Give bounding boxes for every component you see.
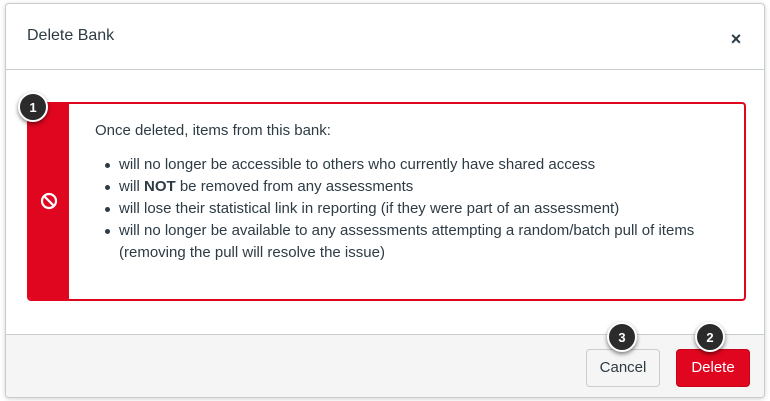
list-item: will no longer be accessible to others w…	[105, 154, 724, 176]
close-icon[interactable]: ×	[726, 29, 746, 49]
alert-intro: Once deleted, items from this bank:	[95, 122, 331, 139]
dialog-title: Delete Bank	[27, 27, 115, 44]
cancel-button[interactable]: Cancel	[586, 349, 660, 387]
list-item-text: will	[119, 178, 144, 195]
list-item: will lose their statistical link in repo…	[105, 198, 724, 220]
list-item: will NOT be removed from any assessments	[105, 176, 724, 198]
list-item-text: be removed from any assessments	[175, 178, 414, 195]
callout-badge-1: 1	[18, 92, 48, 122]
list-item-emphasis: NOT	[144, 178, 176, 195]
dialog-header: Delete Bank ×	[6, 4, 764, 70]
delete-button[interactable]: Delete	[676, 349, 750, 387]
alert-body: Once deleted, items from this bank: will…	[95, 120, 724, 264]
callout-badge-2: 2	[695, 322, 725, 352]
dialog-footer: Cancel Delete	[6, 334, 764, 397]
delete-bank-dialog: Delete Bank × Once deleted, items from t…	[5, 3, 765, 398]
alert-color-bar	[29, 104, 69, 299]
list-item: will no longer be available to any asses…	[105, 220, 724, 264]
prohibit-icon	[40, 192, 58, 210]
alert-list: will no longer be accessible to others w…	[95, 154, 724, 264]
warning-alert: Once deleted, items from this bank: will…	[27, 102, 746, 301]
callout-badge-3: 3	[607, 322, 637, 352]
